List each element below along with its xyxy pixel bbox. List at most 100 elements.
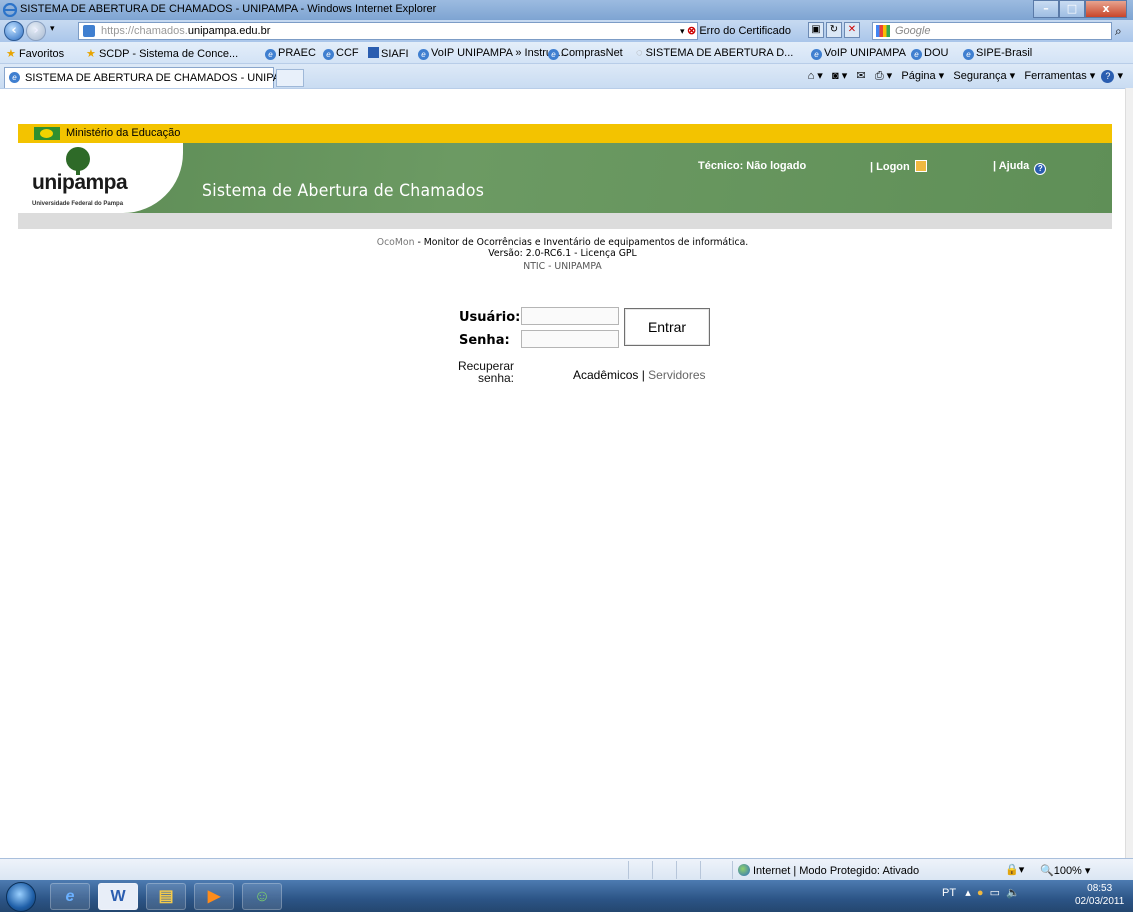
fav-label: PRAEC — [278, 47, 316, 59]
stop-icon[interactable]: ✕ — [844, 22, 860, 38]
home-icon[interactable]: ⌂ ▾ — [808, 70, 823, 82]
username-input[interactable] — [521, 307, 619, 325]
protected-mode-icon[interactable]: 🔒▾ — [1005, 863, 1024, 876]
messenger-taskbar-icon[interactable]: ☺ — [242, 883, 282, 910]
tools-menu[interactable]: Ferramentas ▾ — [1024, 70, 1095, 82]
fav-item-praec[interactable]: e PRAEC — [265, 47, 316, 60]
certificate-error-button[interactable]: ▾ ⊗ Erro do Certificado — [680, 22, 805, 40]
login-button[interactable]: Entrar — [624, 308, 710, 346]
fav-label: DOU — [924, 47, 949, 59]
fav-label: SIPE-Brasil — [976, 47, 1033, 59]
recover-links: Acadêmicos | Servidores — [573, 368, 706, 382]
banner: unipampa Universidade Federal do Pampa S… — [18, 143, 1112, 213]
fav-label: SIAFI — [381, 48, 409, 60]
cert-error-icon: ⊗ — [687, 25, 697, 37]
address-input[interactable]: https://chamados.unipampa.edu.br — [78, 22, 698, 40]
tray-expand-icon[interactable]: ▴ — [965, 887, 971, 899]
ministry-bar: Ministério da Educação — [18, 124, 1112, 143]
ie-taskbar-icon[interactable]: e — [50, 883, 90, 910]
forward-button[interactable]: › — [26, 21, 46, 41]
recover-academicos-link[interactable]: Acadêmicos — [573, 368, 638, 382]
refresh-icon[interactable]: ↻ — [826, 22, 842, 38]
ie-logo-icon — [2, 2, 18, 18]
fav-item-sipe[interactable]: e SIPE-Brasil — [963, 47, 1032, 60]
cert-error-label: Erro do Certificado — [699, 25, 792, 37]
ocomon-link[interactable]: OcoMon — [377, 237, 415, 248]
fav-label: VoIP UNIPAMPA » Instruç... — [431, 47, 567, 59]
favorites-label: Favoritos — [18, 48, 65, 60]
maximize-button[interactable]: □ — [1059, 0, 1085, 18]
help-icon[interactable]: ? — [1101, 70, 1115, 83]
tab-bar: e SISTEMA DE ABERTURA DE CHAMADOS - UNIP… — [0, 64, 1133, 88]
page-content: Ministério da Educação unipampa Universi… — [0, 88, 1125, 858]
ie-page-icon: e — [9, 72, 20, 83]
unipampa-logo[interactable]: unipampa Universidade Federal do Pampa — [18, 143, 183, 213]
fav-item-siafi[interactable]: SIAFI — [368, 47, 409, 60]
recover-separator: | — [638, 368, 649, 382]
page-icon — [83, 25, 95, 37]
password-input[interactable] — [521, 330, 619, 348]
security-zone[interactable]: Internet | Modo Protegido: Ativado — [738, 864, 919, 877]
recover-servidores-link[interactable]: Servidores — [648, 368, 705, 382]
window-title: SISTEMA DE ABERTURA DE CHAMADOS - UNIPAM… — [20, 3, 437, 15]
search-input[interactable]: Google — [872, 22, 1112, 40]
header-divider — [18, 213, 1112, 229]
history-dropdown-icon[interactable]: ▾ — [50, 24, 55, 34]
mail-icon[interactable]: ✉ — [856, 70, 865, 82]
status-separator — [732, 861, 733, 879]
status-separator — [700, 861, 701, 879]
clock-time: 08:53 — [1087, 883, 1113, 894]
network-icon[interactable]: ▭ — [990, 887, 1000, 899]
zoom-control[interactable]: 🔍100% ▾ — [1040, 864, 1090, 877]
new-tab-button[interactable] — [276, 69, 304, 87]
star-icon: ★ — [6, 48, 16, 60]
close-button[interactable]: x — [1085, 0, 1127, 18]
favorites-button[interactable]: ★ Favoritos — [6, 47, 64, 60]
status-separator — [676, 861, 677, 879]
brazil-flag-icon — [34, 127, 60, 140]
back-button[interactable]: ‹ — [4, 21, 24, 41]
minimize-button[interactable]: – — [1033, 0, 1059, 18]
feeds-icon[interactable]: ◙ ▾ — [832, 70, 847, 82]
address-row: ‹ › ▾ https://chamados.unipampa.edu.br ▾… — [0, 20, 1133, 42]
clock-date: 02/03/2011 — [1075, 896, 1125, 907]
compatibility-icon[interactable]: ▣ — [808, 22, 824, 38]
fav-item-comprasnet[interactable]: e ComprasNet — [548, 47, 623, 60]
logon-link[interactable]: | Logon — [870, 160, 927, 173]
word-taskbar-icon[interactable]: W — [98, 883, 138, 910]
ie-page-icon: e — [811, 49, 822, 60]
fav-item-sistema-abertura[interactable]: ◌ SISTEMA DE ABERTURA D... — [636, 47, 793, 59]
vertical-scrollbar[interactable] — [1125, 88, 1133, 858]
media-player-taskbar-icon[interactable]: ▶ — [194, 883, 234, 910]
language-indicator[interactable]: PT — [942, 887, 956, 899]
fav-item-ccf[interactable]: e CCF — [323, 47, 359, 60]
fav-item-voip[interactable]: e VoIP UNIPAMPA — [811, 47, 906, 60]
ie-page-icon: e — [911, 49, 922, 60]
fav-label: SISTEMA DE ABERTURA D... — [645, 47, 794, 59]
status-bar: Internet | Modo Protegido: Ativado 🔒▾ 🔍1… — [0, 858, 1133, 880]
print-icon[interactable]: ⎙ ▾ — [875, 70, 892, 82]
logon-icon — [914, 160, 927, 172]
search-go-icon[interactable]: ⌕ — [1115, 24, 1122, 39]
help-label: | Ajuda — [993, 160, 1030, 172]
help-link[interactable]: | Ajuda ? — [993, 160, 1047, 175]
app-description: - Monitor de Ocorrências e Inventário de… — [414, 237, 749, 248]
page-menu[interactable]: Página ▾ — [901, 70, 944, 82]
tab-active[interactable]: e SISTEMA DE ABERTURA DE CHAMADOS - UNIP… — [4, 67, 289, 88]
app-organization: NTIC - UNIPAMPA — [523, 261, 602, 272]
ie-page-icon: e — [963, 49, 974, 60]
zoom-level: 100% — [1053, 865, 1082, 877]
fav-item-voip-instrucoes[interactable]: e VoIP UNIPAMPA » Instruç... — [418, 47, 567, 60]
volume-icon[interactable]: 🔈 — [1006, 887, 1020, 899]
tray-app-icon[interactable]: ● — [977, 887, 984, 899]
fav-item-dou[interactable]: e DOU — [911, 47, 948, 60]
start-button[interactable] — [6, 882, 36, 912]
status-separator — [628, 861, 629, 879]
ie-page-icon: e — [418, 49, 429, 60]
fav-item-scdp[interactable]: ★ SCDP - Sistema de Conce... — [86, 47, 238, 60]
loading-icon: ◌ — [636, 47, 646, 59]
system-title: Sistema de Abertura de Chamados — [202, 181, 485, 201]
clock[interactable]: 08:53 02/03/2011 — [1075, 882, 1124, 908]
explorer-taskbar-icon[interactable]: ▤ — [146, 883, 186, 910]
security-menu[interactable]: Segurança ▾ — [953, 70, 1015, 82]
